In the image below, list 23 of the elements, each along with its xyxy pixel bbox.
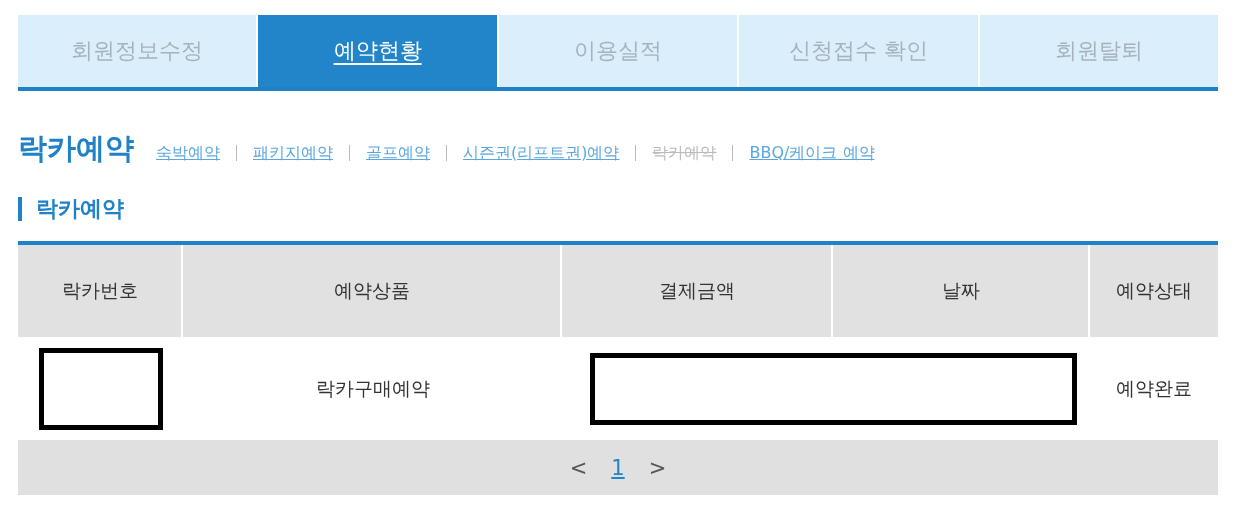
tab[interactable]: 이용실적 bbox=[498, 15, 740, 87]
table-cell-text: 락카구매예약 bbox=[314, 375, 431, 401]
column-header: 결제금액 bbox=[562, 245, 833, 337]
tab[interactable]: 회원탈퇴 bbox=[979, 15, 1219, 87]
page-title: 락카예약 bbox=[18, 130, 134, 167]
column-header: 예약상품 bbox=[183, 245, 562, 337]
sub-link[interactable]: 골프예약 bbox=[366, 142, 430, 164]
sub-link[interactable]: BBQ/케이크 예약 bbox=[749, 142, 875, 164]
column-header: 예약상태 bbox=[1090, 245, 1218, 337]
previous-page-button[interactable]: < bbox=[569, 455, 588, 480]
sub-link[interactable]: 시즌권(리프트권)예약 bbox=[463, 142, 620, 164]
next-page-button[interactable]: > bbox=[648, 455, 667, 480]
tab[interactable]: 신청접수 확인 bbox=[739, 15, 980, 87]
sub-link[interactable]: 숙박예약 bbox=[156, 142, 220, 164]
section-title: 락카예약 bbox=[18, 197, 124, 221]
page-link[interactable]: 1 bbox=[611, 455, 625, 480]
sub-link[interactable]: 락카예약 bbox=[652, 142, 717, 164]
column-header: 락카번호 bbox=[18, 245, 183, 337]
tab[interactable]: 예약현황 bbox=[258, 15, 499, 87]
table-cell-text: 예약완료 bbox=[1115, 375, 1193, 401]
column-header: 날짜 bbox=[833, 245, 1090, 337]
tab[interactable]: 회원정보수정 bbox=[18, 15, 259, 87]
sub-link[interactable]: 패키지예약 bbox=[253, 142, 333, 164]
